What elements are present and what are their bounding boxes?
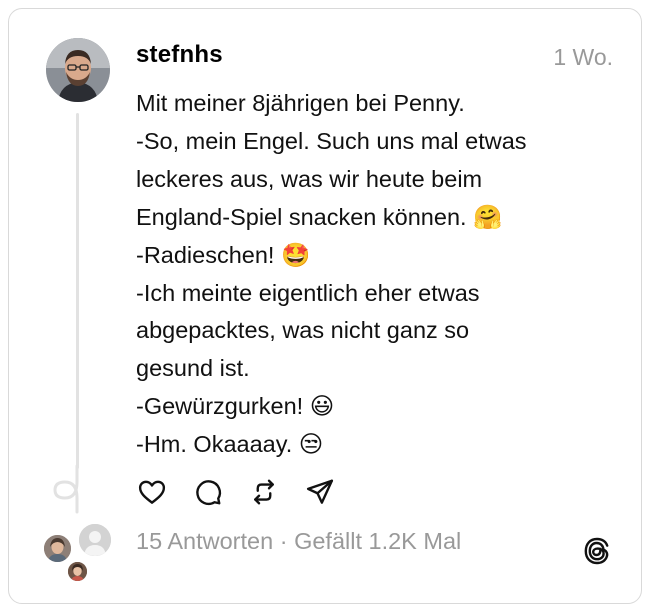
post-text-line: leckeres aus, was wir heute beim bbox=[136, 165, 483, 192]
post-text-line: -Radieschen! 🤩 bbox=[136, 241, 311, 268]
replier-avatar[interactable] bbox=[77, 522, 113, 558]
comment-icon bbox=[196, 480, 222, 506]
post-text-line: -Hm. Okaaaay. 😒 bbox=[136, 431, 324, 458]
replier-avatar[interactable] bbox=[42, 533, 73, 564]
post-body: Mit meiner 8jährigen bei Penny. -So, mei… bbox=[136, 85, 616, 464]
thread-curl-icon bbox=[53, 464, 79, 514]
post-text-line: -Ich meinte eigentlich eher etwas bbox=[136, 279, 480, 306]
like-button[interactable] bbox=[136, 476, 168, 508]
repost-button[interactable] bbox=[248, 476, 280, 508]
post-text-line: gesund ist. bbox=[136, 355, 250, 382]
threads-logo-icon[interactable] bbox=[581, 535, 613, 567]
replier-avatar[interactable] bbox=[66, 560, 89, 583]
post-card: stefnhs 1 Wo. Mit meiner 8jährigen bei P… bbox=[8, 8, 642, 604]
post-text-line: -So, mein Engel. Such uns mal etwas bbox=[136, 127, 527, 154]
share-icon bbox=[306, 479, 334, 504]
reply-button[interactable] bbox=[192, 476, 224, 508]
action-bar bbox=[136, 476, 360, 508]
author-username[interactable]: stefnhs bbox=[136, 41, 223, 69]
thread-connector-line bbox=[76, 113, 79, 469]
post-timestamp[interactable]: 1 Wo. bbox=[553, 44, 613, 71]
post-stats[interactable]: 15 Antworten · Gefällt 1.2K Mal bbox=[136, 528, 461, 555]
heart-icon bbox=[138, 480, 166, 504]
post-text-line: abgepacktes, was nicht ganz so bbox=[136, 317, 470, 344]
author-avatar[interactable] bbox=[46, 38, 110, 102]
share-button[interactable] bbox=[304, 476, 336, 508]
post-text-line: Mit meiner 8jährigen bei Penny. bbox=[136, 90, 465, 116]
repost-icon bbox=[254, 479, 274, 505]
post-text-line: England-Spiel snacken können. 🤗 bbox=[136, 203, 503, 230]
post-text-line: -Gewürzgurken! 😃 bbox=[136, 393, 335, 420]
